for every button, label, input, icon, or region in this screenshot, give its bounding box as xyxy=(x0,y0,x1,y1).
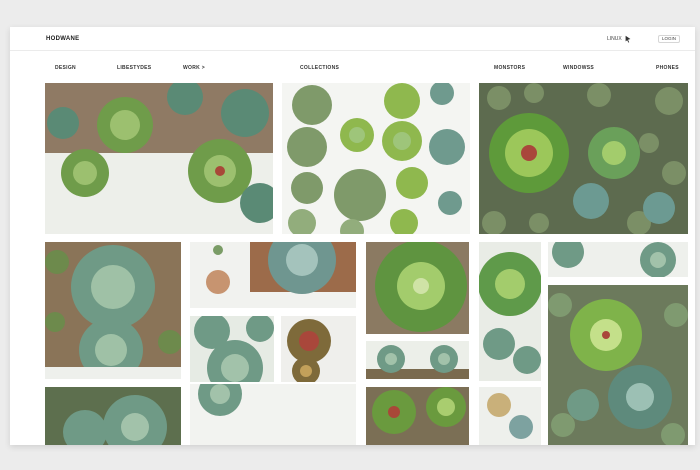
top-bar: HODWANE LINUX LOGIN xyxy=(10,27,695,51)
nav-item-phones[interactable]: PHONES xyxy=(656,65,679,71)
gallery-photo-9[interactable] xyxy=(366,242,469,334)
gallery-photo-1[interactable] xyxy=(45,83,273,234)
gallery-photo-14[interactable] xyxy=(548,242,688,277)
gallery-photo-2[interactable] xyxy=(282,83,470,234)
gallery-photo-8[interactable] xyxy=(190,384,356,445)
gallery-photo-5[interactable] xyxy=(190,242,356,308)
gallery-photo-6[interactable] xyxy=(190,316,274,382)
nav-item-collections[interactable]: COLLECTIONS xyxy=(300,65,339,71)
gallery-photo-3[interactable] xyxy=(479,83,688,234)
gallery-photo-16[interactable] xyxy=(45,387,181,445)
nav-item-work[interactable]: WORK > xyxy=(183,65,205,71)
main-nav: DESIGN LIBESTYDES WORK > COLLECTIONS MON… xyxy=(10,51,695,81)
nav-item-libestydes[interactable]: LIBESTYDES xyxy=(117,65,151,71)
gallery-photo-4[interactable] xyxy=(45,242,181,379)
gallery-photo-13[interactable] xyxy=(479,387,541,445)
gallery-photo-15[interactable] xyxy=(548,285,688,445)
site-logo[interactable]: HODWANE xyxy=(46,36,79,42)
gallery-photo-7[interactable] xyxy=(281,316,356,382)
browser-window: HODWANE LINUX LOGIN DESIGN LIBESTYDES WO… xyxy=(10,27,695,445)
gallery-photo-12[interactable] xyxy=(479,242,541,381)
nav-item-design[interactable]: DESIGN xyxy=(55,65,76,71)
nav-item-monstors[interactable]: MONSTORS xyxy=(494,65,525,71)
gallery-photo-11[interactable] xyxy=(366,387,469,445)
login-button[interactable]: LOGIN xyxy=(658,35,681,43)
gallery-photo-10[interactable] xyxy=(366,341,469,379)
cursor-icon[interactable] xyxy=(624,35,632,43)
top-link[interactable]: LINUX xyxy=(607,36,622,42)
nav-item-windowss[interactable]: WINDOWSS xyxy=(563,65,594,71)
